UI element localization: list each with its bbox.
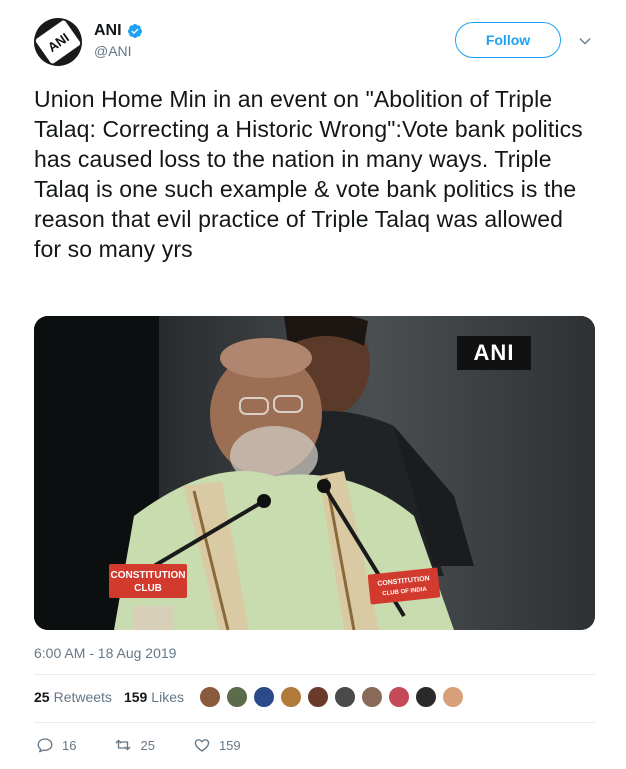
liker-avatars — [198, 685, 468, 709]
retweets-label: Retweets — [53, 689, 112, 705]
podium-sign-left-line1: CONSTITUTION — [111, 570, 186, 581]
retweets-stat[interactable]: 25 Retweets — [34, 689, 112, 705]
engagement-stats: 25 Retweets 159 Likes — [34, 689, 196, 705]
reply-count: 16 — [62, 737, 77, 753]
tweet-image[interactable]: CONSTITUTION CLUB CONSTITUTION CLUB OF I… — [34, 316, 595, 630]
heart-icon — [194, 739, 210, 752]
verified-badge-icon — [127, 24, 142, 38]
liker-avatar[interactable] — [198, 685, 222, 709]
liker-avatar[interactable] — [333, 685, 357, 709]
liker-avatar[interactable] — [387, 685, 411, 709]
liker-avatar[interactable] — [225, 685, 249, 709]
like-count: 159 — [218, 737, 241, 753]
likes-stat[interactable]: 159 Likes — [124, 689, 184, 705]
divider-bottom — [34, 722, 595, 723]
liker-avatar[interactable] — [306, 685, 330, 709]
retweet-action[interactable]: 25 — [114, 736, 155, 754]
tweet-timestamp[interactable]: 6:00 AM - 18 Aug 2019 — [34, 645, 176, 661]
avatar-text: ANI — [44, 29, 72, 55]
divider-top — [34, 674, 595, 675]
retweets-count: 25 — [34, 689, 50, 705]
tweet-header: ANI ANI @ANI Follow — [34, 18, 594, 68]
liker-avatar[interactable] — [441, 685, 465, 709]
name-row: ANI — [94, 22, 143, 40]
handle[interactable]: @ANI — [94, 43, 132, 59]
liker-avatar[interactable] — [360, 685, 384, 709]
tweet-text: Union Home Min in an event on "Abolition… — [34, 86, 583, 262]
liker-avatar[interactable] — [414, 685, 438, 709]
ani-watermark: ANI — [457, 336, 531, 370]
likes-count: 159 — [123, 689, 148, 705]
reply-icon — [37, 738, 53, 753]
likes-label: Likes — [151, 689, 184, 705]
display-name[interactable]: ANI — [94, 22, 122, 40]
liker-avatar[interactable] — [279, 685, 303, 709]
retweet-icon — [116, 739, 131, 751]
retweet-count: 25 — [140, 737, 155, 753]
avatar[interactable]: ANI — [34, 18, 82, 66]
avatar-logo: ANI — [34, 19, 82, 65]
tweet-actions: 16 25 159 — [36, 736, 241, 754]
chevron-down-icon[interactable] — [577, 33, 593, 49]
reply-action[interactable]: 16 — [36, 736, 76, 754]
liker-avatar[interactable] — [252, 685, 276, 709]
podium-sign-left-line2: CLUB — [134, 583, 162, 594]
follow-button[interactable]: Follow — [455, 22, 561, 58]
like-action[interactable]: 159 — [193, 736, 241, 754]
